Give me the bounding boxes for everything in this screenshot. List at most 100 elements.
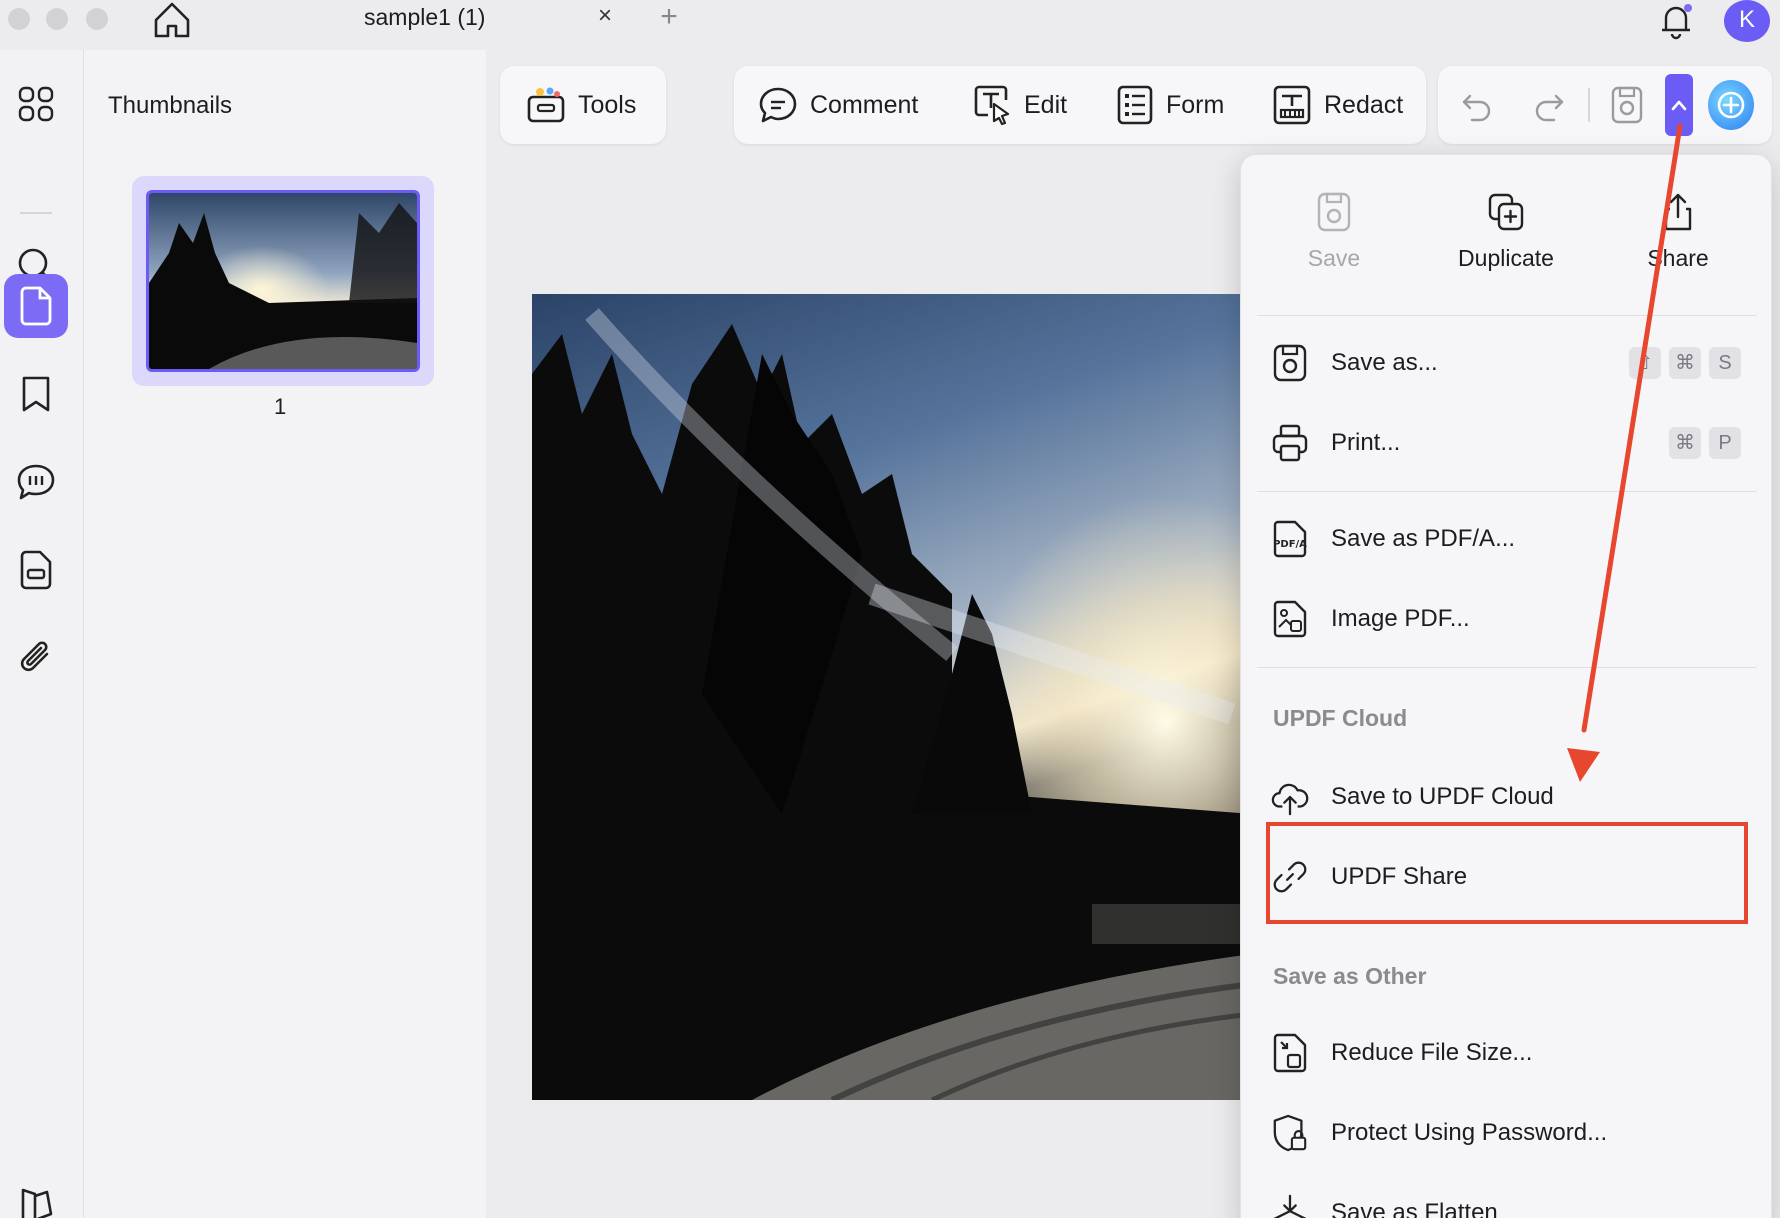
edit-text-icon [974, 85, 1010, 126]
menu-item-label: Image PDF... [1331, 605, 1470, 632]
redact-icon [1273, 85, 1311, 125]
attachment-icon [20, 641, 49, 672]
expand-menu-button[interactable] [1665, 74, 1693, 136]
edit-label: Edit [1024, 90, 1068, 119]
menu-item-print[interactable]: Print... ⌘ P [1271, 413, 1741, 473]
menu-item-save-as[interactable]: Save as... ⇧ ⌘ S [1271, 333, 1741, 393]
sidebar-item-attachments[interactable] [4, 626, 68, 690]
menu-item-save-pdfa[interactable]: PDF/A Save as PDF/A... [1271, 509, 1741, 569]
thumbnail-image [146, 190, 420, 372]
cloud-upload-icon [1271, 783, 1309, 816]
menu-divider [1257, 315, 1757, 316]
zoom-window-button[interactable] [86, 8, 108, 30]
menu-item-label: Save to UPDF Cloud [1331, 783, 1554, 810]
form-label: Form [1166, 90, 1225, 119]
p-key: P [1709, 427, 1741, 459]
ai-assistant-icon [1717, 91, 1745, 119]
menu-divider [1257, 667, 1757, 668]
menu-share-label: Share [1647, 245, 1709, 271]
ai-assistant-button[interactable] [1708, 80, 1754, 130]
tools-icon [527, 87, 565, 123]
duplicate-icon [1488, 193, 1524, 231]
pdfa-icon: PDF/A [1273, 520, 1307, 558]
undo-button[interactable] [1460, 66, 1494, 144]
new-tab-button[interactable]: + [652, 0, 686, 36]
s-key: S [1709, 347, 1741, 379]
rail-divider [20, 212, 52, 214]
reduce-size-icon [1273, 1033, 1307, 1073]
left-icon-rail [0, 50, 84, 1218]
menu-share-button[interactable]: Share [1603, 191, 1753, 272]
menu-item-label: Protect Using Password... [1331, 1119, 1608, 1146]
command-key: ⌘ [1669, 427, 1701, 459]
avatar[interactable]: K [1724, 0, 1770, 42]
comment-label: Comment [810, 90, 919, 119]
print-icon [1272, 424, 1308, 462]
title-bar: sample1 (1) × + K [0, 0, 1780, 50]
menu-duplicate-label: Duplicate [1458, 245, 1554, 271]
flatten-icon [1273, 1194, 1307, 1218]
comment-button[interactable]: Comment [758, 66, 918, 144]
menu-item-label: Save as... [1331, 349, 1438, 376]
comment-list-icon [17, 464, 55, 500]
redo-button[interactable] [1532, 66, 1566, 144]
sidebar-item-thumbnails[interactable] [4, 274, 68, 338]
home-icon [154, 2, 190, 38]
menu-item-label: Save as PDF/A... [1331, 525, 1516, 552]
chevron-up-icon [1671, 100, 1687, 111]
sidebar-item-layers[interactable] [4, 1172, 68, 1218]
menu-item-label: Reduce File Size... [1331, 1039, 1533, 1066]
home-button[interactable] [150, 0, 194, 40]
command-key: ⌘ [1669, 347, 1701, 379]
page-icon [20, 286, 52, 326]
section-header-other: Save as Other [1273, 963, 1427, 989]
redo-icon [1535, 94, 1564, 122]
menu-duplicate-button[interactable]: Duplicate [1431, 191, 1581, 272]
bookmark-icon [22, 376, 50, 412]
save-icon [1317, 192, 1351, 232]
tools-button[interactable]: Tools [526, 66, 636, 144]
sidebar-item-documents[interactable] [4, 538, 68, 602]
shift-key: ⇧ [1629, 347, 1661, 379]
tab-title[interactable]: sample1 (1) [364, 4, 485, 31]
form-button[interactable]: Form [1116, 66, 1224, 144]
edit-button[interactable]: Edit [972, 66, 1067, 144]
close-window-button[interactable] [8, 8, 30, 30]
document-icon [20, 550, 52, 590]
share-icon [1664, 193, 1692, 231]
menu-item-flatten[interactable]: Save as Flatten [1271, 1183, 1741, 1218]
undo-icon [1462, 94, 1491, 122]
sidebar-item-grid[interactable] [4, 72, 68, 136]
menu-item-protect[interactable]: Protect Using Password... [1271, 1103, 1741, 1163]
menu-item-label: Print... [1331, 429, 1401, 456]
shield-lock-icon [1273, 1114, 1307, 1152]
tools-label: Tools [578, 90, 637, 119]
menu-item-label: Save as Flatten [1331, 1199, 1498, 1218]
save-dropdown-menu: Save Duplicate Share Save as... ⇧ ⌘ S Pr… [1240, 154, 1772, 1218]
menu-item-reduce-size[interactable]: Reduce File Size... [1271, 1023, 1741, 1083]
panel-title: Thumbnails [108, 92, 233, 119]
sidebar-item-bookmarks[interactable] [4, 362, 68, 426]
save-toolbar-button[interactable] [1610, 66, 1644, 144]
layers-icon [21, 1188, 53, 1218]
sidebar-item-comments[interactable] [4, 450, 68, 514]
menu-save-label: Save [1307, 245, 1361, 271]
menu-divider [1257, 491, 1757, 492]
redact-label: Redact [1324, 90, 1404, 119]
shortcut: ⇧ ⌘ S [1629, 347, 1741, 379]
page-thumbnail[interactable] [132, 176, 434, 386]
menu-save-button[interactable]: Save [1259, 191, 1409, 272]
save-as-icon [1273, 344, 1307, 382]
mode-group: Comment Edit Form Redact [734, 66, 1426, 144]
notification-badge [1684, 4, 1692, 12]
menu-item-image-pdf[interactable]: Image PDF... [1271, 589, 1741, 649]
document-page-image [532, 294, 1252, 1100]
grid-icon [18, 86, 54, 122]
minimize-window-button[interactable] [46, 8, 68, 30]
menu-item-save-cloud[interactable]: Save to UPDF Cloud [1271, 767, 1741, 827]
save-icon [1611, 86, 1643, 124]
close-tab-button[interactable]: × [590, 2, 620, 36]
redact-button[interactable]: Redact [1272, 66, 1403, 144]
comment-icon [759, 87, 797, 123]
pdfa-icon-text: PDF/A [1273, 539, 1307, 550]
